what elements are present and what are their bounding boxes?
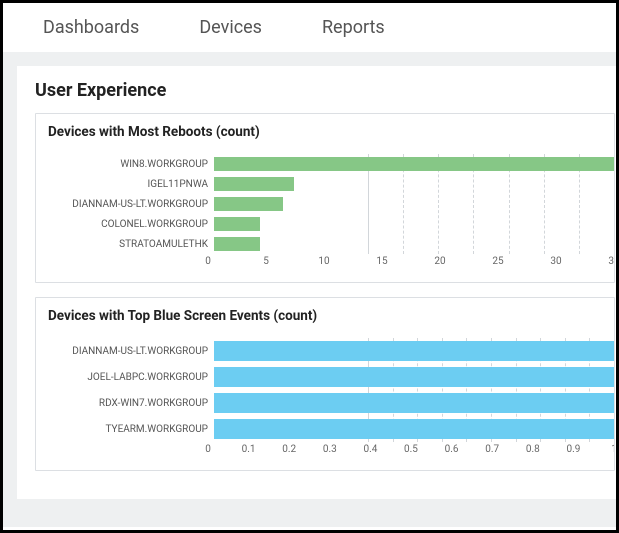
y-label: COLONEL.WORKGROUP bbox=[48, 219, 214, 230]
bar bbox=[214, 157, 614, 171]
panel-title: User Experience bbox=[35, 80, 616, 101]
x-tick: 35 bbox=[608, 256, 615, 267]
y-label: JOEL-LABPC.WORKGROUP bbox=[48, 372, 214, 383]
nav-reports[interactable]: Reports bbox=[322, 17, 385, 38]
card-bluescreen: Devices with Top Blue Screen Events (cou… bbox=[35, 297, 615, 471]
x-tick: 1 bbox=[611, 444, 615, 455]
bar bbox=[214, 341, 614, 361]
bar bbox=[214, 367, 614, 387]
x-tick: 0.5 bbox=[404, 444, 418, 455]
card-bluescreen-title: Devices with Top Blue Screen Events (cou… bbox=[48, 308, 614, 324]
content-area: User Experience Devices with Most Reboot… bbox=[3, 52, 616, 527]
bar bbox=[214, 393, 614, 413]
chart-row: WIN8.WORKGROUP bbox=[48, 154, 614, 174]
y-label: DIANNAM-US-LT.WORKGROUP bbox=[48, 199, 214, 210]
top-nav: Dashboards Devices Reports bbox=[3, 3, 616, 52]
x-tick: 0.8 bbox=[526, 444, 540, 455]
y-label: WIN8.WORKGROUP bbox=[48, 159, 214, 170]
x-tick: 0 bbox=[205, 256, 211, 267]
x-tick: 30 bbox=[550, 256, 561, 267]
x-tick: 0.4 bbox=[363, 444, 377, 455]
x-tick: 0.1 bbox=[242, 444, 256, 455]
chart-bluescreen: DIANNAM-US-LT.WORKGROUP JOEL-LABPC.WORKGR… bbox=[48, 338, 614, 460]
x-tick: 15 bbox=[376, 256, 387, 267]
chart-row: DIANNAM-US-LT.WORKGROUP bbox=[48, 338, 614, 364]
card-reboots-title: Devices with Most Reboots (count) bbox=[48, 124, 614, 140]
bar bbox=[214, 237, 260, 251]
chart-row: DIANNAM-US-LT.WORKGROUP bbox=[48, 194, 614, 214]
x-tick: 0.9 bbox=[566, 444, 580, 455]
chart-row: JOEL-LABPC.WORKGROUP bbox=[48, 364, 614, 390]
y-label: STRATOAMULETHK bbox=[48, 239, 214, 250]
x-tick: 0.6 bbox=[445, 444, 459, 455]
x-tick: 0.3 bbox=[323, 444, 337, 455]
user-experience-panel: User Experience Devices with Most Reboot… bbox=[17, 66, 616, 499]
x-tick: 10 bbox=[318, 256, 329, 267]
y-label: RDX-WIN7.WORKGROUP bbox=[48, 398, 214, 409]
chart-row: TYEARM.WORKGROUP bbox=[48, 416, 614, 442]
x-tick: 25 bbox=[492, 256, 503, 267]
chart-row: IGEL11PNWA bbox=[48, 174, 614, 194]
chart-row: COLONEL.WORKGROUP bbox=[48, 214, 614, 234]
bar bbox=[214, 217, 260, 231]
x-tick: 0 bbox=[205, 444, 211, 455]
bar bbox=[214, 197, 283, 211]
card-reboots: Devices with Most Reboots (count) WIN8.W… bbox=[35, 113, 615, 283]
bar bbox=[214, 177, 294, 191]
x-tick: 0.2 bbox=[282, 444, 296, 455]
nav-dashboards[interactable]: Dashboards bbox=[43, 17, 139, 38]
chart-row: STRATOAMULETHK bbox=[48, 234, 614, 254]
y-label: IGEL11PNWA bbox=[48, 179, 214, 190]
app-frame: Dashboards Devices Reports User Experien… bbox=[0, 0, 619, 533]
bar bbox=[214, 419, 614, 439]
x-tick: 5 bbox=[263, 256, 269, 267]
y-label: DIANNAM-US-LT.WORKGROUP bbox=[48, 346, 214, 357]
nav-devices[interactable]: Devices bbox=[199, 17, 262, 38]
x-tick: 0.7 bbox=[485, 444, 499, 455]
x-tick: 20 bbox=[434, 256, 445, 267]
y-label: TYEARM.WORKGROUP bbox=[48, 424, 214, 435]
chart-row: RDX-WIN7.WORKGROUP bbox=[48, 390, 614, 416]
chart-reboots: WIN8.WORKGROUP IGEL11PNWA DIANNAM-US-LT.WO… bbox=[48, 154, 614, 272]
